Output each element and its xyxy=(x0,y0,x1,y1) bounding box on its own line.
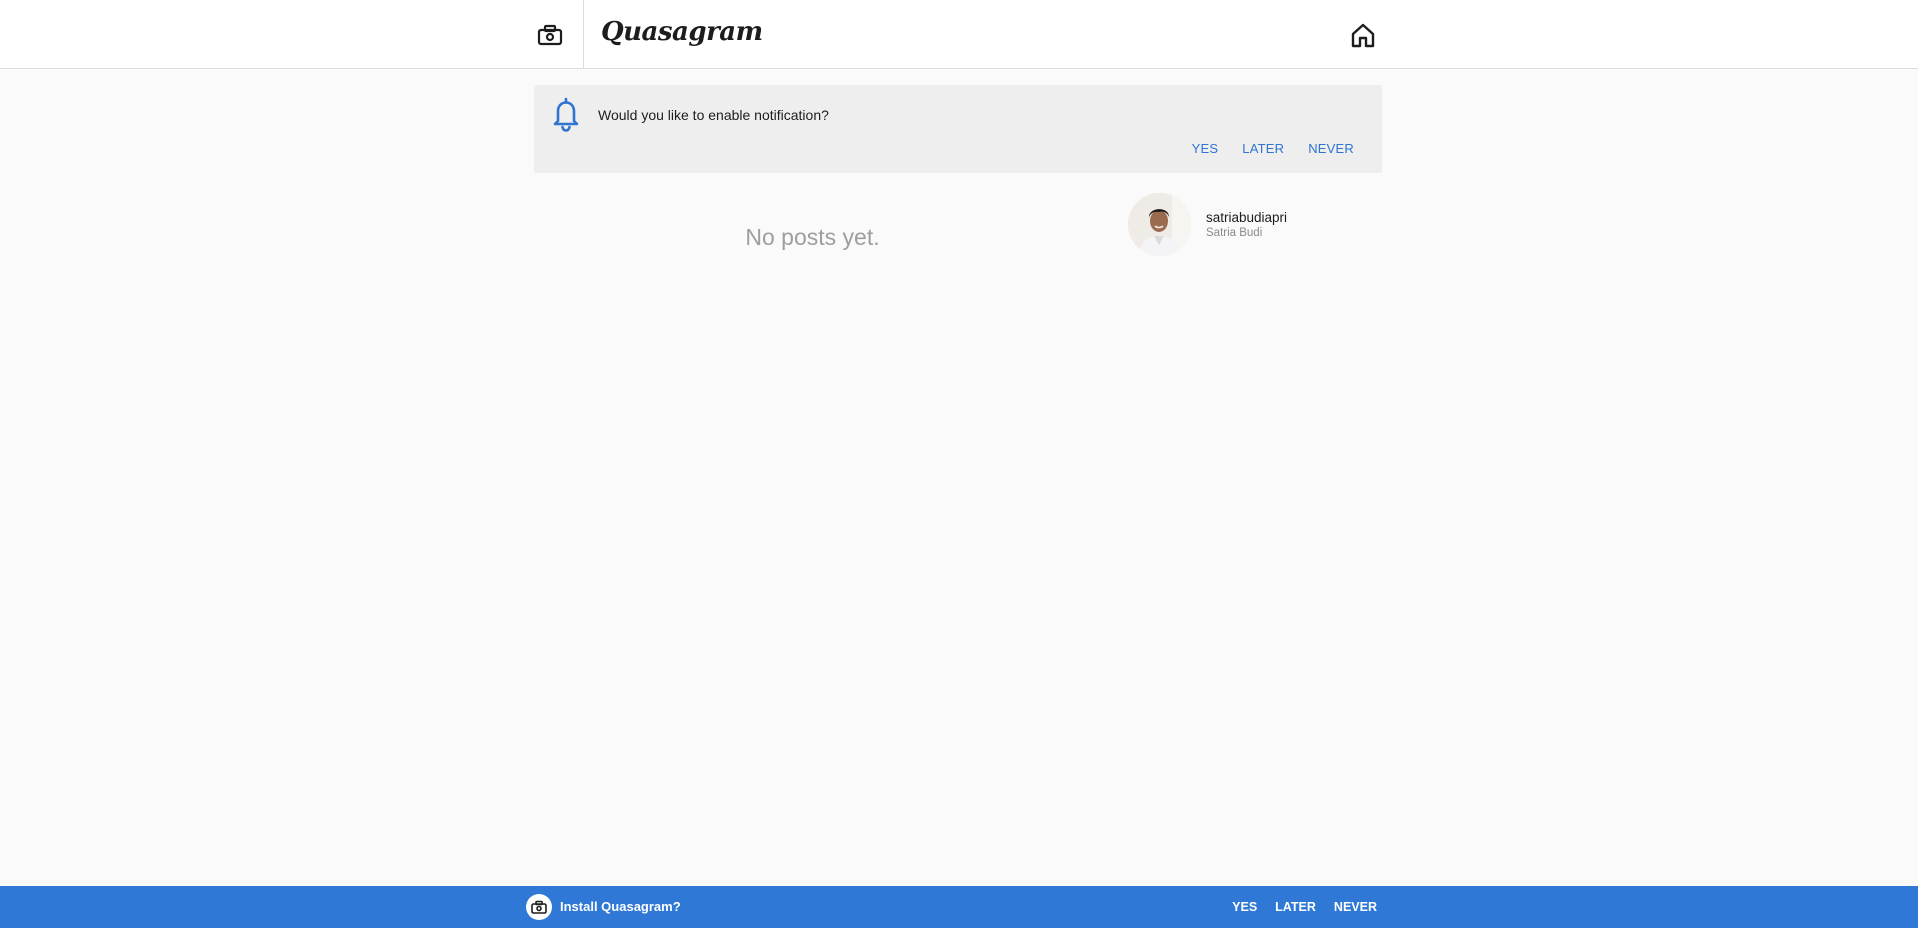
app-title: Quasagram xyxy=(601,17,763,47)
header-divider xyxy=(583,0,584,68)
bell-icon xyxy=(553,97,579,132)
empty-feed-message: No posts yet. xyxy=(745,224,880,250)
install-banner-message: Install Quasagram? xyxy=(560,899,681,914)
notification-prompt: Would you like to enable notification? Y… xyxy=(534,85,1382,173)
notification-message: Would you like to enable notification? xyxy=(598,107,829,123)
install-banner: Install Quasagram? YES LATER NEVER xyxy=(0,886,1918,928)
notification-later-button[interactable]: LATER xyxy=(1230,137,1296,160)
notification-yes-button[interactable]: YES xyxy=(1180,137,1231,160)
install-banner-avatar xyxy=(526,894,552,920)
profile-card: satriabudiapri Satria Budi xyxy=(1128,193,1382,257)
install-banner-inner: Install Quasagram? YES LATER NEVER xyxy=(524,886,1386,928)
profile-full-name: Satria Budi xyxy=(1206,227,1263,239)
home-button[interactable] xyxy=(1342,14,1384,56)
notification-never-button[interactable]: NEVER xyxy=(1296,137,1366,160)
install-banner-actions: YES LATER NEVER xyxy=(1223,896,1386,918)
camera-icon xyxy=(531,900,547,914)
header-inner: Quasagram xyxy=(522,0,1384,69)
home-icon xyxy=(1351,23,1375,48)
install-later-button[interactable]: LATER xyxy=(1266,896,1325,918)
install-never-button[interactable]: NEVER xyxy=(1325,896,1386,918)
app-header: Quasagram xyxy=(0,0,1918,69)
avatar[interactable] xyxy=(1128,193,1191,256)
avatar-photo xyxy=(1128,193,1191,256)
camera-icon xyxy=(537,24,562,45)
profile-username: satriabudiapri xyxy=(1206,210,1288,225)
install-yes-button[interactable]: YES xyxy=(1223,896,1266,918)
notification-actions: YES LATER NEVER xyxy=(1180,137,1366,160)
camera-button[interactable] xyxy=(522,10,577,59)
